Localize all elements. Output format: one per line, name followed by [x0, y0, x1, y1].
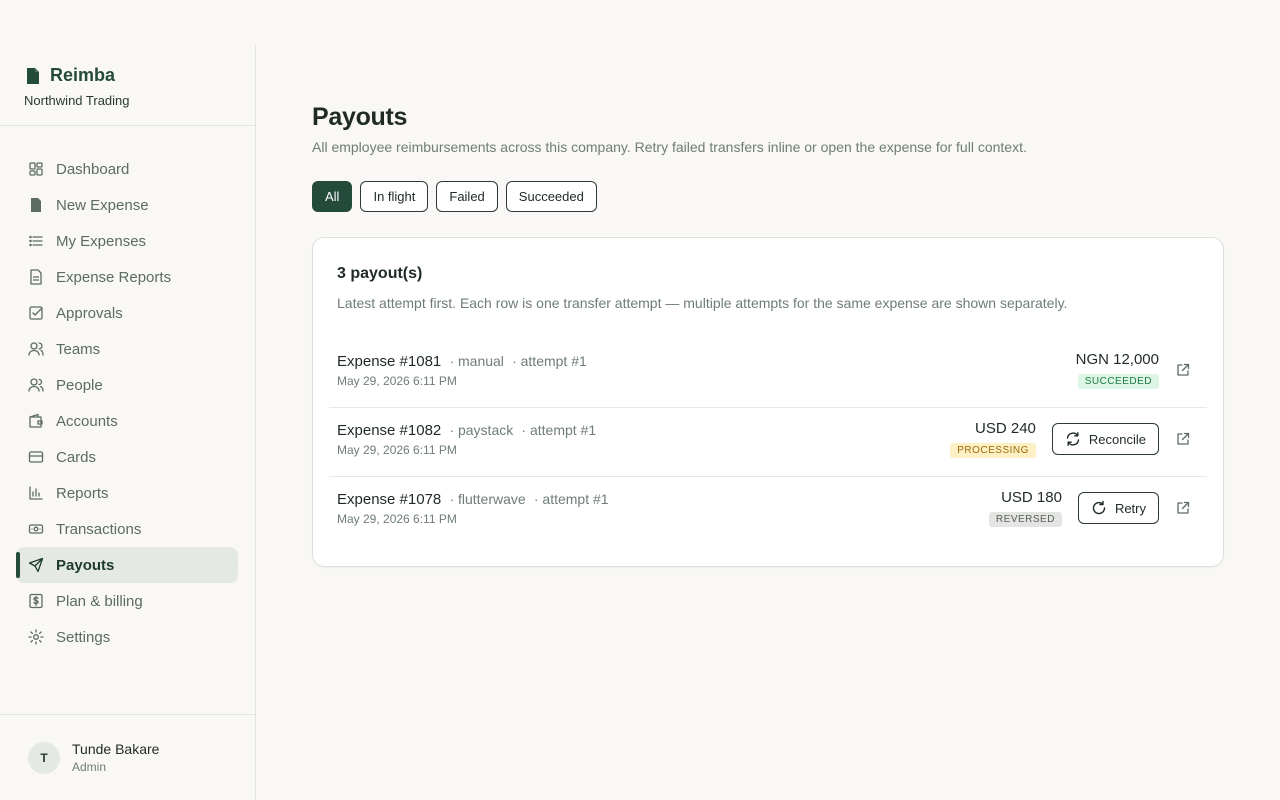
provider: · flutterwave: [449, 491, 526, 507]
payout-amount: USD 180: [1001, 489, 1062, 506]
sidebar-item-reports[interactable]: Reports: [16, 475, 238, 511]
attempt: · attempt #1: [512, 353, 587, 369]
people-icon: [28, 377, 44, 393]
reconcile-button[interactable]: Reconcile: [1051, 423, 1159, 455]
sidebar-item-transactions[interactable]: Transactions: [16, 511, 238, 547]
brand-name[interactable]: Reimba: [50, 65, 115, 86]
sidebar-item-people[interactable]: People: [16, 367, 238, 403]
status-badge: SUCCEEDED: [1077, 374, 1159, 389]
bar-chart-icon: [28, 485, 44, 501]
avatar: T: [28, 741, 60, 774]
sidebar-item-my-expenses[interactable]: My Expenses: [16, 223, 238, 259]
filter-in-flight[interactable]: In flight: [360, 181, 429, 212]
sidebar-item-dashboard[interactable]: Dashboard: [16, 151, 238, 187]
sidebar-item-label: Accounts: [56, 412, 118, 430]
sidebar-item-label: People: [56, 376, 103, 394]
brand-header: Reimba Northwind Trading: [0, 45, 255, 126]
list-icon: [28, 233, 44, 249]
retry-icon: [1091, 500, 1107, 516]
dashboard-icon: [28, 161, 44, 177]
provider: · paystack: [449, 422, 514, 438]
payout-date: May 29, 2026 6:11 PM: [337, 512, 457, 526]
status-badge: PROCESSING: [950, 443, 1036, 458]
user-name: Tunde Bakare: [72, 741, 160, 757]
sidebar-item-label: Expense Reports: [56, 268, 172, 286]
payout-amount: NGN 12,000: [1075, 351, 1159, 368]
expense-title: Expense #1082 · paystack · attempt #1: [337, 422, 596, 439]
external-link-icon[interactable]: [1175, 431, 1191, 447]
users-icon: [28, 341, 44, 357]
user-profile[interactable]: T Tunde Bakare Admin: [0, 714, 255, 800]
gear-icon: [28, 629, 44, 645]
payout-amount: USD 240: [975, 420, 1036, 437]
user-role: Admin: [72, 760, 107, 774]
sidebar-item-label: Teams: [56, 340, 101, 358]
payouts-card: 3 payout(s) Latest attempt first. Each r…: [312, 237, 1224, 567]
attempt: · attempt #1: [521, 422, 597, 438]
sidebar-item-settings[interactable]: Settings: [16, 619, 238, 655]
wallet-icon: [28, 413, 44, 429]
payout-list: Expense #1081 · manual · attempt #1 May …: [329, 339, 1207, 546]
filter-succeeded[interactable]: Succeeded: [505, 181, 597, 212]
filter-all[interactable]: All: [312, 181, 353, 212]
sidebar-item-label: Settings: [56, 628, 111, 646]
refresh-icon: [1065, 431, 1081, 447]
sidebar-item-label: My Expenses: [56, 232, 147, 250]
sidebar-item-approvals[interactable]: Approvals: [16, 295, 238, 331]
status-badge: REVERSED: [988, 512, 1062, 527]
page-subtitle: All employee reimbursements across this …: [312, 139, 1027, 155]
sidebar-nav: Dashboard New Expense My Expenses Expense R…: [0, 126, 255, 655]
report-icon: [28, 269, 44, 285]
sidebar-item-label: Reports: [56, 484, 109, 502]
card-title: 3 payout(s): [337, 265, 423, 282]
expense-title: Expense #1078 · flutterwave · attempt #1: [337, 491, 609, 508]
sidebar-item-accounts[interactable]: Accounts: [16, 403, 238, 439]
filter-failed[interactable]: Failed: [436, 181, 498, 212]
payout-row: Expense #1081 · manual · attempt #1 May …: [329, 339, 1207, 408]
filter-tabs: All In flight Failed Succeeded: [312, 181, 597, 212]
sidebar-item-teams[interactable]: Teams: [16, 331, 238, 367]
file-icon: [28, 197, 44, 213]
sidebar: Reimba Northwind Trading Dashboard New Ex…: [0, 45, 256, 800]
sidebar-item-label: Transactions: [56, 520, 142, 538]
sidebar-item-plan-billing[interactable]: Plan & billing: [16, 583, 238, 619]
sidebar-item-payouts[interactable]: Payouts: [16, 547, 238, 583]
expense-id[interactable]: Expense #1081: [337, 353, 441, 370]
page-title: Payouts: [312, 103, 408, 131]
checkbox-icon: [28, 305, 44, 321]
payout-date: May 29, 2026 6:11 PM: [337, 374, 457, 388]
sidebar-item-expense-reports[interactable]: Expense Reports: [16, 259, 238, 295]
action-label: Retry: [1114, 500, 1146, 516]
file-logo-icon: [26, 67, 40, 84]
payout-date: May 29, 2026 6:11 PM: [337, 443, 457, 457]
send-icon: [28, 557, 44, 573]
action-label: Reconcile: [1088, 431, 1146, 447]
sidebar-item-new-expense[interactable]: New Expense: [16, 187, 238, 223]
dollar-icon: [28, 593, 44, 609]
attempt: · attempt #1: [533, 491, 609, 507]
external-link-icon[interactable]: [1175, 362, 1191, 378]
external-link-icon[interactable]: [1175, 500, 1191, 516]
provider: · manual: [449, 353, 504, 369]
card-icon: [28, 449, 44, 465]
sidebar-item-label: Approvals: [56, 304, 123, 322]
sidebar-item-label: New Expense: [56, 196, 149, 214]
banknote-icon: [28, 521, 44, 537]
expense-id[interactable]: Expense #1082: [337, 422, 441, 439]
payout-row: Expense #1082 · paystack · attempt #1 Ma…: [329, 408, 1207, 477]
card-subtitle: Latest attempt first. Each row is one tr…: [337, 295, 1068, 311]
sidebar-item-label: Plan & billing: [56, 592, 143, 610]
retry-button[interactable]: Retry: [1077, 492, 1159, 524]
expense-title: Expense #1081 · manual · attempt #1: [337, 353, 587, 370]
sidebar-item-cards[interactable]: Cards: [16, 439, 238, 475]
sidebar-item-label: Cards: [56, 448, 97, 466]
expense-id[interactable]: Expense #1078: [337, 491, 441, 508]
company-name: Northwind Trading: [24, 93, 130, 108]
sidebar-item-label: Dashboard: [56, 160, 130, 178]
payout-row: Expense #1078 · flutterwave · attempt #1…: [329, 477, 1207, 546]
sidebar-item-label: Payouts: [56, 556, 115, 574]
